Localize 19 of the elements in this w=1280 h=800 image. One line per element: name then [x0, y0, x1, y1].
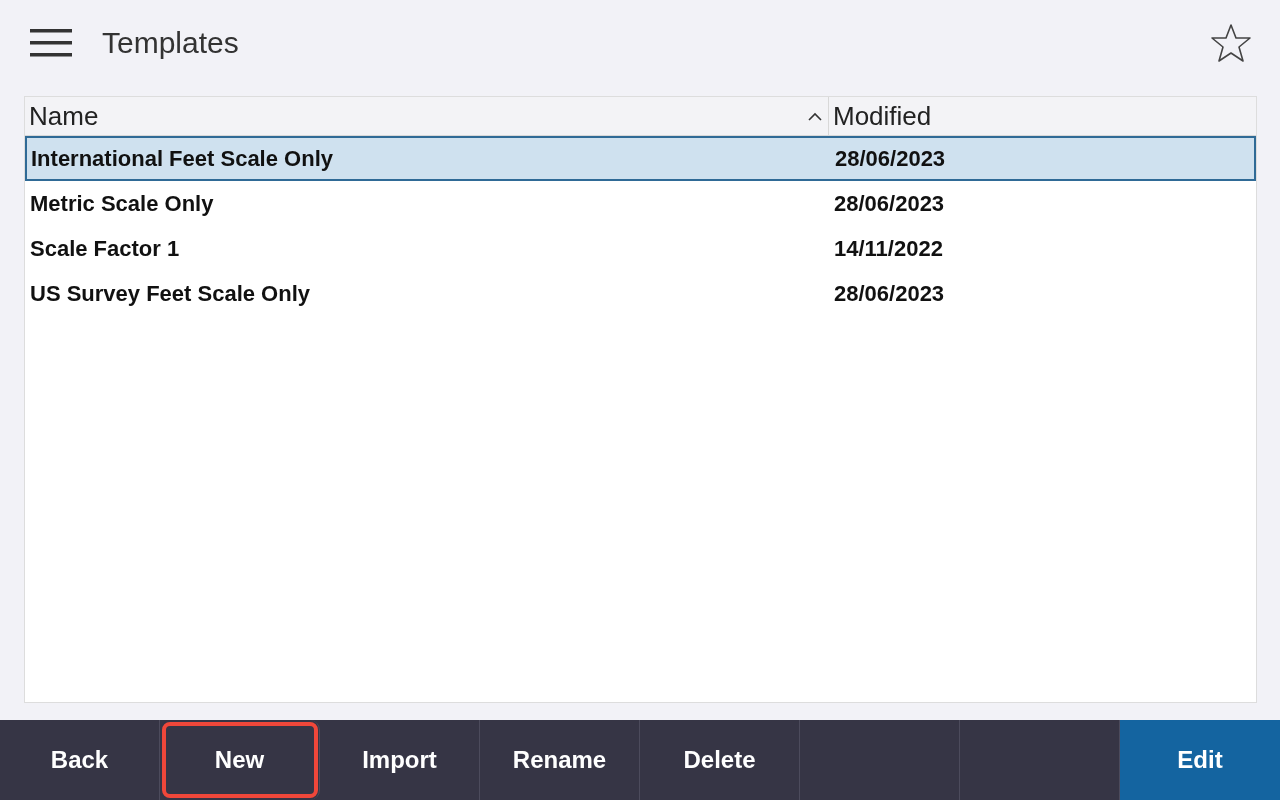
- modified-date: 28/06/2023: [833, 280, 945, 307]
- template-name: Metric Scale Only: [29, 190, 215, 217]
- table-row[interactable]: US Survey Feet Scale Only 28/06/2023: [25, 271, 1256, 316]
- table-row[interactable]: International Feet Scale Only 28/06/2023: [25, 136, 1256, 181]
- menu-icon[interactable]: [30, 28, 72, 57]
- template-name: Scale Factor 1: [29, 235, 181, 262]
- template-name: US Survey Feet Scale Only: [29, 280, 312, 307]
- toolbar-button[interactable]: Edit: [1120, 720, 1280, 800]
- modified-date: 14/11/2022: [833, 235, 943, 262]
- page-title: Templates: [102, 25, 240, 60]
- table-row[interactable]: Scale Factor 1 14/11/2022: [25, 226, 1256, 271]
- star-icon[interactable]: [1210, 22, 1252, 63]
- template-name: International Feet Scale Only: [30, 145, 334, 172]
- table-row[interactable]: Metric Scale Only 28/06/2023: [25, 181, 1256, 226]
- modified-date: 28/06/2023: [833, 190, 945, 217]
- modified-date: 28/06/2023: [834, 145, 946, 172]
- column-header[interactable]: Name: [25, 97, 829, 135]
- column-header[interactable]: Modified: [829, 97, 1256, 135]
- toolbar-button[interactable]: New: [160, 720, 320, 800]
